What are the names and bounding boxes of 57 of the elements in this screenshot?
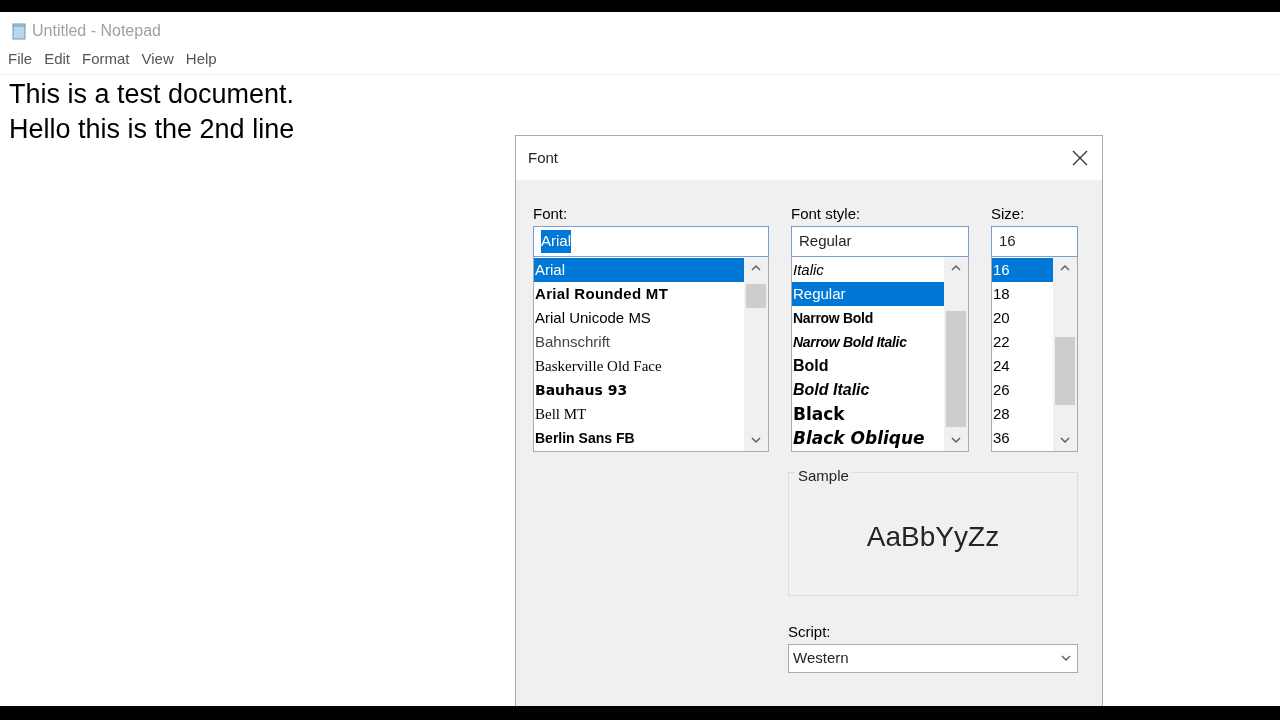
list-item[interactable]: Bauhaus 93 — [534, 378, 744, 402]
list-item[interactable]: Baskerville Old Face — [534, 354, 744, 378]
field-label: Font style: — [791, 204, 862, 224]
list-item[interactable]: 22 — [992, 330, 1053, 354]
field-label: Size: — [991, 204, 1026, 224]
list-item[interactable]: Arial — [534, 258, 744, 282]
list-item[interactable]: 28 — [992, 402, 1053, 426]
scroll-down-icon[interactable] — [951, 437, 961, 444]
list-item[interactable]: 26 — [992, 378, 1053, 402]
scroll-down-icon[interactable] — [1060, 437, 1070, 444]
caret-icon — [1061, 655, 1071, 662]
list-item[interactable]: Arial Unicode MS — [534, 306, 744, 330]
script-dropdown[interactable]: Western — [788, 644, 1078, 673]
list-item[interactable]: 24 — [992, 354, 1053, 378]
list-item[interactable]: 16 — [992, 258, 1053, 282]
scroll-up-icon[interactable] — [751, 264, 761, 271]
field-label: Script: — [788, 622, 832, 642]
text-line: Hello this is the 2nd line — [9, 113, 296, 146]
list-item[interactable]: 36 — [992, 426, 1053, 450]
text-field[interactable]: Regular — [791, 226, 969, 257]
scrollbar[interactable] — [1053, 257, 1077, 451]
list-item[interactable]: Bell MT — [534, 402, 744, 426]
scroll-down-icon[interactable] — [751, 437, 761, 444]
window-title: Untitled - Notepad — [32, 21, 161, 41]
list-item[interactable]: Italic — [792, 258, 944, 282]
scroll-thumb[interactable] — [746, 284, 766, 308]
list-item[interactable]: 20 — [992, 306, 1053, 330]
dialog-title: Font — [528, 147, 558, 168]
sample-text: AaBbYyZz — [866, 520, 1000, 554]
notepad-icon — [12, 22, 26, 40]
list-item[interactable]: Berlin Sans FB — [534, 426, 744, 450]
menu-item[interactable]: View — [135, 48, 180, 74]
scroll-thumb[interactable] — [946, 311, 966, 427]
text-field[interactable]: Arial — [533, 226, 769, 257]
menu-item[interactable]: Format — [76, 48, 136, 74]
field-label: Font: — [533, 204, 569, 224]
list-item[interactable]: Black — [792, 402, 944, 426]
list-item[interactable]: Arial Rounded MT — [534, 282, 744, 306]
close-icon[interactable] — [1072, 150, 1088, 166]
list-item[interactable]: Narrow Bold Italic — [792, 330, 944, 354]
list-item[interactable]: Bold — [792, 354, 944, 378]
list-item[interactable]: 18 — [992, 282, 1053, 306]
scroll-up-icon[interactable] — [951, 264, 961, 271]
list-item[interactable]: Bold Italic — [792, 378, 944, 402]
scrollbar[interactable] — [744, 257, 768, 451]
text-line: This is a test document. — [9, 78, 296, 111]
text-field[interactable]: 16 — [991, 226, 1078, 257]
menu-item[interactable]: Help — [179, 48, 223, 74]
scrollbar[interactable] — [944, 257, 968, 451]
menu-item[interactable]: Edit — [38, 48, 77, 74]
list-item[interactable]: Regular — [792, 282, 944, 306]
scroll-up-icon[interactable] — [1060, 264, 1070, 271]
scroll-thumb[interactable] — [1055, 337, 1075, 405]
list-item[interactable]: Bahnschrift — [534, 330, 744, 354]
menu-item[interactable]: File — [2, 48, 39, 74]
list-item[interactable]: Black Oblique — [792, 426, 944, 450]
list-item[interactable]: Narrow Bold — [792, 306, 944, 330]
